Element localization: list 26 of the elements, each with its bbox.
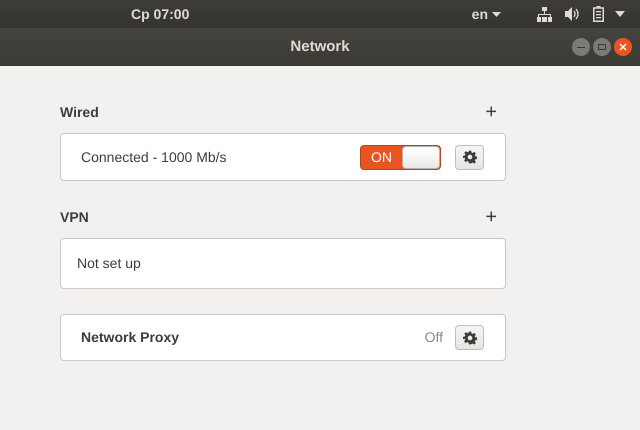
gear-icon <box>462 330 476 344</box>
gear-icon <box>462 150 476 164</box>
network-icon[interactable] <box>537 6 552 22</box>
toggle-switch[interactable]: ON <box>360 144 441 170</box>
section-heading: Wired <box>60 102 99 122</box>
settings-button[interactable] <box>455 144 484 170</box>
settings-button[interactable] <box>455 325 484 350</box>
language-menu[interactable]: en <box>472 4 501 24</box>
section-heading: VPN <box>60 208 89 226</box>
proxy-label: Network Proxy <box>81 328 180 347</box>
switch-knob <box>402 146 440 168</box>
add-button[interactable]: + <box>485 102 497 122</box>
connection-status: Connected - 1000 Mb/s <box>81 148 227 166</box>
close-button[interactable] <box>614 38 632 56</box>
caret-icon <box>492 12 501 16</box>
close-icon <box>619 43 627 51</box>
proxy-card[interactable]: Network Proxy Off <box>60 314 506 361</box>
minimize-button[interactable] <box>572 38 590 56</box>
volume-icon[interactable] <box>565 7 580 21</box>
clock[interactable]: Cp 07:00 <box>131 4 190 24</box>
vpn-status: Not set up <box>77 254 141 273</box>
proxy-status: Off <box>424 328 443 347</box>
window-title: Network <box>290 36 350 57</box>
caret-icon[interactable] <box>615 11 625 17</box>
add-button[interactable]: + <box>485 207 497 227</box>
battery-icon[interactable] <box>593 6 604 22</box>
